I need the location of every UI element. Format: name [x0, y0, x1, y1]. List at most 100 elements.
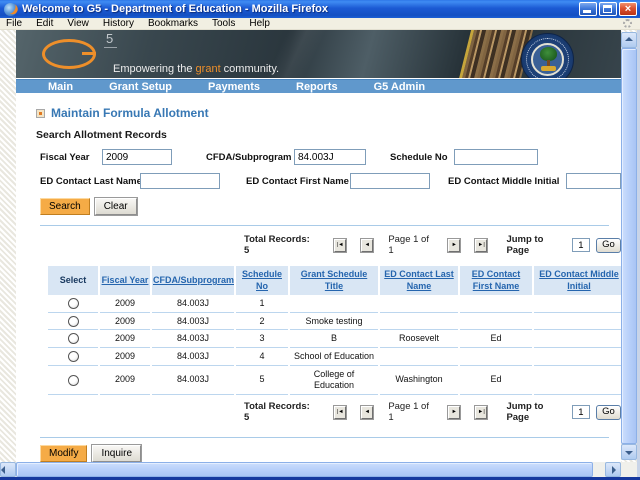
header-grant-schedule-title[interactable]: Grant Schedule Title — [290, 266, 378, 295]
schedule-no-input[interactable] — [454, 149, 538, 165]
row-3-select-radio[interactable] — [68, 333, 79, 344]
page-indicator: Page 1 of 1 — [388, 234, 433, 256]
ed-contact-middle-initial-input[interactable] — [566, 173, 621, 189]
nav-main[interactable]: Main — [48, 81, 73, 93]
divider-bottom — [40, 437, 609, 438]
last-page-button[interactable]: ►| — [475, 239, 487, 252]
menu-bookmarks[interactable]: Bookmarks — [141, 18, 205, 29]
g5-logo-five: 5 — [104, 31, 117, 48]
search-form-row-1: Fiscal Year CFDA/Subprogram Schedule No — [36, 149, 621, 165]
maintain-formula-allotment-page: Maintain Formula Allotment Search Allotm… — [16, 93, 621, 462]
arrow-up-icon — [625, 37, 633, 41]
title-bar: Welcome to G5 - Department of Education … — [0, 0, 640, 18]
nav-grant-setup[interactable]: Grant Setup — [109, 81, 172, 93]
tagline-accent-word: grant — [196, 63, 221, 75]
vertical-scrollbar[interactable] — [621, 32, 637, 460]
header-cfda-subprogram[interactable]: CFDA/Subprogram — [152, 266, 234, 295]
window-title: Welcome to G5 - Department of Education … — [22, 3, 579, 15]
department-of-education-seal — [521, 33, 574, 78]
cfda-subprogram-label: CFDA/Subprogram — [206, 152, 294, 163]
arrow-left-icon — [1, 466, 5, 474]
menu-bar: File Edit View History Bookmarks Tools H… — [0, 18, 640, 30]
previous-page-button[interactable]: ◄ — [361, 406, 373, 419]
ed-contact-last-name-label: ED Contact Last Name — [40, 176, 140, 187]
ed-contact-last-name-input[interactable] — [140, 173, 220, 189]
arrow-down-icon — [625, 451, 633, 455]
menu-history[interactable]: History — [96, 18, 141, 29]
page-title-icon — [36, 109, 45, 118]
row-5-select-radio[interactable] — [68, 375, 79, 386]
last-page-button[interactable]: ►| — [475, 406, 487, 419]
table-row: 2009 84.003J 4 School of Education — [48, 348, 624, 366]
nav-g5-admin[interactable]: G5 Admin — [374, 81, 426, 93]
go-button[interactable]: Go — [596, 405, 621, 420]
page-indicator: Page 1 of 1 — [388, 401, 433, 423]
menu-help[interactable]: Help — [242, 18, 277, 29]
table-header-row: Select Fiscal Year CFDA/Subprogram Sched… — [48, 266, 624, 295]
ed-contact-middle-initial-label: ED Contact Middle Initial — [448, 176, 566, 187]
inquire-button[interactable]: Inquire — [92, 445, 141, 462]
vertical-scrollbar-thumb[interactable] — [621, 48, 637, 444]
minimize-icon — [583, 10, 591, 13]
header-ed-contact-first-name[interactable]: ED Contact First Name — [460, 266, 532, 295]
minimize-button[interactable] — [579, 2, 597, 16]
previous-page-button[interactable]: ◄ — [361, 239, 373, 252]
jump-to-page-label: Jump to Page — [506, 401, 563, 423]
search-button[interactable]: Search — [40, 198, 90, 215]
seal-tree-icon — [540, 47, 557, 61]
header-select: Select — [48, 266, 98, 295]
go-button[interactable]: Go — [596, 238, 621, 253]
allotment-results-table: Select Fiscal Year CFDA/Subprogram Sched… — [46, 266, 626, 395]
nav-payments[interactable]: Payments — [208, 81, 260, 93]
header-schedule-no[interactable]: Schedule No — [236, 266, 288, 295]
pagination-bar-bottom: Total Records: 5 |◄ ◄ Page 1 of 1 ► ►| J… — [36, 401, 621, 423]
cfda-subprogram-input[interactable] — [294, 149, 366, 165]
menu-tools[interactable]: Tools — [205, 18, 242, 29]
header-fiscal-year[interactable]: Fiscal Year — [100, 266, 150, 295]
scroll-down-button[interactable] — [621, 444, 637, 460]
close-button[interactable]: × — [619, 2, 637, 16]
table-row: 2009 84.003J 2 Smoke testing — [48, 313, 624, 331]
menu-edit[interactable]: Edit — [29, 18, 60, 29]
table-row: 2009 84.003J 5 College of Education Wash… — [48, 366, 624, 395]
search-section-title: Search Allotment Records — [36, 129, 621, 141]
modify-button[interactable]: Modify — [40, 445, 87, 462]
firefox-icon — [4, 3, 17, 16]
total-records-label: Total Records: 5 — [244, 234, 312, 256]
g5-logo — [42, 39, 96, 69]
menu-view[interactable]: View — [60, 18, 96, 29]
header-ed-contact-last-name[interactable]: ED Contact Last Name — [380, 266, 458, 295]
total-records-label: Total Records: 5 — [244, 401, 312, 423]
divider-top — [40, 225, 609, 226]
menu-file[interactable]: File — [0, 18, 29, 29]
nav-reports[interactable]: Reports — [296, 81, 338, 93]
scroll-right-button[interactable] — [605, 462, 621, 477]
fiscal-year-input[interactable] — [102, 149, 172, 165]
first-page-button[interactable]: |◄ — [334, 239, 346, 252]
table-row: 2009 84.003J 3 B Roosevelt Ed — [48, 330, 624, 348]
page-content: 5 Empowering the grant community. Main G… — [16, 30, 621, 462]
ed-contact-first-name-input[interactable] — [350, 173, 430, 189]
maximize-button[interactable] — [599, 2, 617, 16]
next-page-button[interactable]: ► — [448, 239, 460, 252]
clear-button[interactable]: Clear — [95, 198, 137, 215]
jump-to-page-label: Jump to Page — [506, 234, 563, 256]
horizontal-scrollbar-thumb[interactable] — [16, 462, 593, 477]
jump-to-page-input[interactable] — [572, 405, 590, 419]
arrow-right-icon — [612, 466, 616, 474]
schedule-no-label: Schedule No — [390, 152, 454, 163]
g5-banner: 5 Empowering the grant community. — [16, 30, 621, 78]
maximize-icon — [603, 5, 612, 13]
header-ed-contact-middle-initial[interactable]: ED Contact Middle Initial — [534, 266, 624, 295]
horizontal-scrollbar[interactable] — [0, 462, 621, 477]
next-page-button[interactable]: ► — [448, 406, 460, 419]
ed-contact-first-name-label: ED Contact First Name — [246, 176, 350, 187]
row-1-select-radio[interactable] — [68, 298, 79, 309]
first-page-button[interactable]: |◄ — [334, 406, 346, 419]
scroll-left-button[interactable] — [0, 462, 16, 477]
scroll-up-button[interactable] — [621, 32, 637, 48]
banner-tagline: Empowering the grant community. — [113, 63, 279, 75]
jump-to-page-input[interactable] — [572, 238, 590, 252]
row-2-select-radio[interactable] — [68, 316, 79, 327]
row-4-select-radio[interactable] — [68, 351, 79, 362]
